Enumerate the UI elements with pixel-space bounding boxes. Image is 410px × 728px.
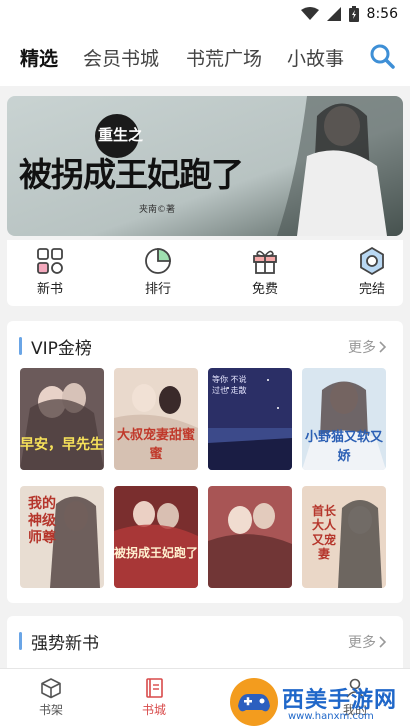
- book-title: 小野猫又软又娇: [304, 430, 383, 464]
- book-title: 我的神级师尊: [28, 496, 56, 546]
- tab-book-square[interactable]: 书荒广场: [186, 44, 262, 71]
- book-cover-art: [20, 368, 104, 470]
- book-cover[interactable]: 等你 不说过也 走散: [208, 368, 292, 470]
- watermark-url: www.hanxm.com: [288, 711, 374, 722]
- section-header: 强势新书: [19, 630, 99, 654]
- search-icon[interactable]: [368, 42, 396, 70]
- watermark-text: 西美手游网: [282, 688, 398, 713]
- quick-entry-ranking[interactable]: 排行: [118, 246, 198, 297]
- book-title: 大叔宠妻甜蜜蜜: [116, 428, 195, 462]
- top-nav: 精选 会员书城 书荒广场 小故事: [0, 30, 410, 86]
- gamepad-logo-icon: [230, 678, 278, 726]
- quick-entry-finished[interactable]: 完结: [332, 246, 410, 297]
- book-cover-art: [114, 486, 198, 588]
- new-books-section: 强势新书 更多: [7, 616, 403, 676]
- book-title: 早安，早先生: [20, 437, 104, 453]
- promo-banner[interactable]: 重生之 被拐成王妃跑了 夹南©著: [7, 96, 403, 236]
- site-watermark: 西美手游网 www.hanxm.com: [228, 676, 410, 728]
- quick-entry-new[interactable]: 新书: [10, 246, 90, 297]
- bottom-tab-label: 书架: [38, 703, 63, 717]
- more-label: 更多: [348, 340, 376, 356]
- status-bar: 8:56: [0, 0, 410, 30]
- banner-author: 夹南©著: [139, 205, 176, 215]
- new-books-icon: [37, 248, 63, 274]
- section-accent-bar: [19, 337, 22, 355]
- cube-icon: [41, 678, 61, 699]
- hexagon-complete-icon: [360, 246, 384, 276]
- wifi-icon: [300, 7, 319, 20]
- book-title: 等你 不说过也 走散: [212, 375, 247, 395]
- chevron-right-icon: [379, 636, 387, 648]
- book-title: 首长大人又宠妻: [311, 504, 336, 562]
- vip-ranking-section: VIP金榜 更多 早安，早先生 大叔宠妻甜蜜蜜 等你 不说过也 走散 小野猫又软…: [7, 321, 403, 603]
- bottom-tab-bookshelf[interactable]: 书架: [21, 677, 81, 718]
- book-title: 被拐成王妃跑了: [114, 546, 198, 560]
- chevron-right-icon: [379, 341, 387, 353]
- bottom-tab-bookstore[interactable]: 书城: [124, 677, 184, 718]
- section-title: VIP金榜: [31, 338, 92, 359]
- more-link[interactable]: 更多: [348, 337, 387, 357]
- section-accent-bar: [19, 632, 22, 650]
- battery-icon: [348, 6, 359, 22]
- tab-vip-bookstore[interactable]: 会员书城: [83, 44, 159, 71]
- book-cover[interactable]: 我的神级师尊: [20, 486, 104, 588]
- signal-icon: [326, 7, 341, 21]
- quick-entry-label: 完结: [358, 282, 385, 297]
- quick-entry-bar: 新书 排行 免费 完结: [7, 240, 403, 306]
- book-cover[interactable]: 早安，早先生: [20, 368, 104, 470]
- book-list-icon: [146, 678, 163, 698]
- book-cover-art: [208, 486, 292, 588]
- book-cover[interactable]: 大叔宠妻甜蜜蜜: [114, 368, 198, 470]
- bottom-tab-label: 书城: [141, 703, 166, 717]
- more-link[interactable]: 更多: [348, 632, 387, 652]
- banner-title: 被拐成王妃跑了: [19, 155, 244, 194]
- tab-featured[interactable]: 精选: [20, 44, 58, 71]
- banner-subtitle: 重生之: [98, 126, 144, 144]
- book-cover[interactable]: 首长大人又宠妻: [302, 486, 386, 588]
- ranking-pie-icon: [145, 248, 171, 274]
- status-time: 8:56: [366, 6, 398, 22]
- book-cover[interactable]: 小野猫又软又娇: [302, 368, 386, 470]
- gift-icon: [253, 250, 277, 274]
- quick-entry-label: 排行: [144, 282, 171, 297]
- book-cover[interactable]: 被拐成王妃跑了: [114, 486, 198, 588]
- quick-entry-label: 新书: [36, 282, 63, 297]
- more-label: 更多: [348, 635, 376, 651]
- book-cover[interactable]: [208, 486, 292, 588]
- section-header: VIP金榜: [19, 335, 92, 359]
- tab-short-stories[interactable]: 小故事: [287, 44, 344, 71]
- quick-entry-label: 免费: [251, 282, 278, 297]
- section-title: 强势新书: [31, 633, 99, 654]
- quick-entry-free[interactable]: 免费: [225, 246, 305, 297]
